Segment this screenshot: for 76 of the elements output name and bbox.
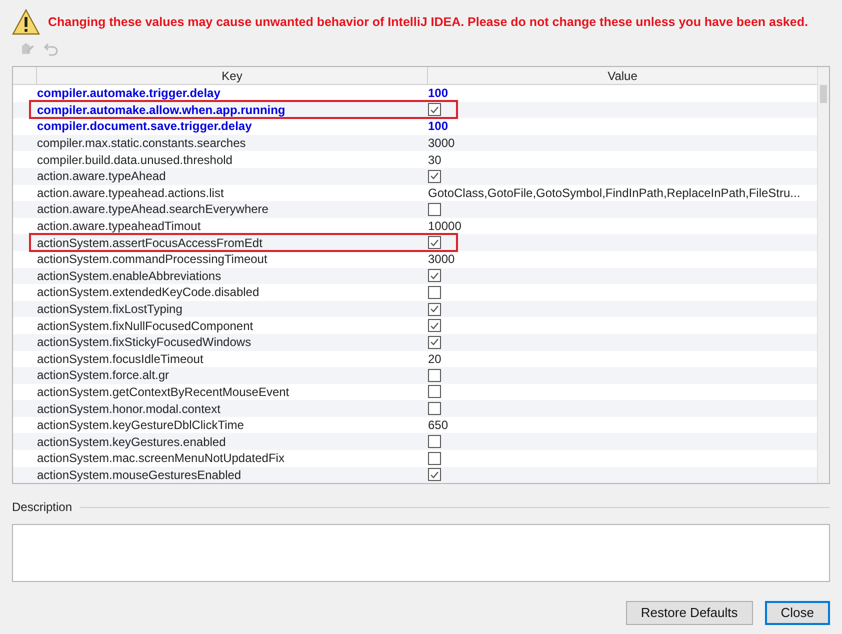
table-row[interactable]: actionSystem.mouseGesturesEnabled [13, 466, 817, 484]
checkbox[interactable] [428, 319, 441, 332]
value-text: 100 [428, 118, 448, 136]
property-key[interactable]: compiler.max.static.constants.searches [37, 134, 246, 152]
table-row[interactable]: actionSystem.enableAbbreviations [13, 268, 817, 284]
table-row[interactable]: actionSystem.force.alt.gr [13, 367, 817, 384]
checkbox[interactable] [428, 286, 441, 299]
value-text: 100 [428, 85, 448, 102]
scrollbar[interactable] [817, 67, 829, 483]
property-key[interactable]: actionSystem.fixNullFocusedComponent [37, 316, 254, 335]
property-key[interactable]: action.aware.typeAhead [37, 167, 166, 186]
table-row[interactable]: actionSystem.focusIdleTimeout 20 [13, 350, 817, 368]
table-row[interactable]: actionSystem.assertFocusAccessFromEdt [13, 234, 817, 251]
checkbox[interactable] [428, 452, 441, 465]
checkbox[interactable] [428, 385, 441, 398]
value-text: 650 [428, 417, 448, 434]
table-row[interactable]: actionSystem.fixStickyFocusedWindows [13, 334, 817, 350]
checkbox[interactable] [428, 435, 441, 448]
property-key[interactable]: compiler.automake.trigger.delay [37, 84, 220, 102]
property-key[interactable]: actionSystem.keyGestures.enabled [37, 432, 226, 451]
table-row[interactable]: actionSystem.getContextByRecentMouseEvent [13, 384, 817, 400]
table-row[interactable]: action.aware.typeAhead [13, 168, 817, 185]
column-header[interactable]: Key [37, 67, 428, 84]
property-key[interactable]: compiler.document.save.trigger.delay [37, 117, 252, 136]
table-row[interactable]: compiler.max.static.constants.searches 3000 [13, 134, 817, 152]
property-key[interactable]: actionSystem.fixStickyFocusedWindows [37, 333, 252, 352]
checkmark-icon [430, 470, 439, 479]
value-text: GotoClass,GotoFile,GotoSymbol,FindInPath,ReplaceInPath,FileStru... [428, 184, 800, 202]
checkmark-icon [430, 238, 439, 247]
checkbox[interactable] [428, 402, 441, 416]
checkbox[interactable] [428, 302, 441, 316]
property-key[interactable]: action.aware.typeahead.actions.list [37, 184, 224, 202]
restore-defaults-button[interactable]: Restore Defaults [626, 601, 753, 625]
property-key[interactable]: compiler.automake.allow.when.app.running [37, 100, 286, 119]
property-key[interactable]: compiler.build.data.unused.threshold [37, 150, 232, 169]
checkbox[interactable] [428, 368, 441, 382]
table-row[interactable]: actionSystem.honor.modal.context [13, 400, 817, 417]
table-row[interactable]: action.aware.typeAhead.searchEverywhere [13, 201, 817, 218]
value-text: 30 [428, 152, 442, 169]
warning-message: Changing these values may cause unwanted behavior of IntelliJ IDEA. Please do not change these unless you have been asked. [48, 14, 808, 31]
checkmark-icon [430, 106, 439, 114]
table-row[interactable]: compiler.automake.allow.when.app.running [13, 102, 817, 118]
checkbox[interactable] [428, 202, 441, 216]
checkmark-icon [430, 272, 439, 280]
property-key[interactable]: actionSystem.assertFocusAccessFromEdt [37, 234, 262, 252]
table-row[interactable]: actionSystem.keyGestures.enabled [13, 433, 817, 450]
property-key[interactable]: actionSystem.mac.screenMenuNotUpdatedFix [37, 449, 284, 468]
table-row[interactable]: action.aware.typeahead.actions.list GotoClass,GotoFile,GotoSymbol,FindInPath,ReplaceInPath,FileStru... [13, 184, 817, 202]
checkbox[interactable] [428, 236, 441, 250]
table-row[interactable]: actionSystem.fixLostTyping [13, 300, 817, 318]
property-key[interactable]: actionSystem.honor.modal.context [37, 400, 220, 418]
close-button[interactable]: Close [764, 601, 830, 625]
property-key[interactable]: action.aware.typeAhead.searchEverywhere [37, 200, 268, 218]
checkmark-icon [430, 172, 439, 180]
property-key[interactable]: actionSystem.keyGestureDblClickTime [37, 416, 244, 434]
property-key[interactable]: actionSystem.fixLostTyping [37, 300, 182, 318]
checkbox[interactable] [428, 468, 441, 482]
checkbox[interactable] [428, 103, 441, 116]
property-key[interactable]: actionSystem.extendedKeyCode.disabled [37, 283, 260, 302]
warning-icon [12, 9, 40, 35]
checkbox[interactable] [428, 170, 441, 183]
property-key[interactable]: actionSystem.enableAbbreviations [37, 266, 222, 285]
description-label: Description [12, 499, 72, 516]
value-text: 20 [428, 350, 442, 368]
property-key[interactable]: actionSystem.commandProcessingTimeout [37, 250, 268, 268]
value-text: 3000 [428, 135, 455, 152]
checkbox[interactable] [428, 336, 441, 349]
property-key[interactable]: actionSystem.mouseGesturesEnabled [37, 466, 242, 484]
value-text: 3000 [428, 251, 455, 268]
property-key[interactable]: action.aware.typeaheadTimout [37, 217, 201, 236]
value-text: 10000 [428, 218, 462, 236]
column-header[interactable]: Value [428, 67, 817, 84]
property-key[interactable]: actionSystem.force.alt.gr [37, 366, 170, 384]
property-key[interactable]: actionSystem.focusIdleTimeout [37, 350, 204, 368]
checkbox[interactable] [428, 269, 441, 282]
property-key[interactable]: actionSystem.getContextByRecentMouseEvent [37, 382, 290, 401]
